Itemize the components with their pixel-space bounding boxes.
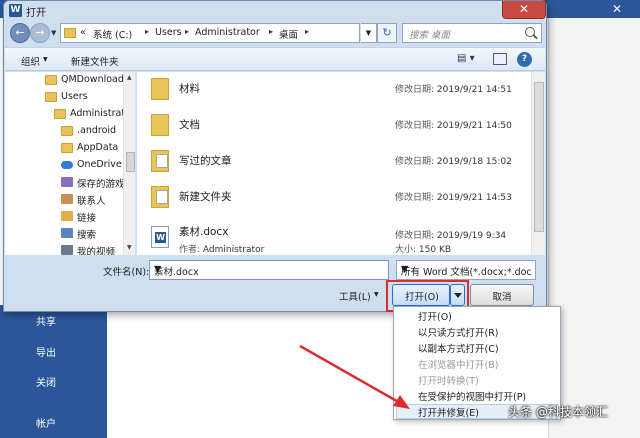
file-scrollbar[interactable] [531, 72, 545, 255]
scroll-thumb[interactable] [126, 152, 135, 172]
tools-button[interactable]: 工具(L) [339, 289, 371, 303]
chevron-down-icon: ▼ [401, 264, 409, 275]
dialog-titlebar: W 打开 ✕ [4, 1, 546, 21]
folder-icon [61, 126, 73, 136]
cancel-button[interactable]: 取消 [470, 284, 534, 306]
help-icon[interactable]: ? [517, 52, 532, 67]
cloud-icon [61, 161, 73, 169]
backstage-share[interactable]: 共享 [36, 313, 56, 328]
toolbar: 组织 ▼ 新建文件夹 ▤ ▾ ? [5, 47, 545, 71]
chevron-right-icon[interactable]: ▸ [305, 27, 309, 36]
breadcrumb-overflow[interactable]: « [80, 27, 86, 38]
breadcrumb-users[interactable]: Users [155, 27, 182, 38]
chevron-down-icon[interactable]: ▼ [154, 264, 161, 275]
watermark-text: 头条 @科技本领汇 [508, 405, 608, 419]
menu-item-open[interactable]: 打开(O) [418, 309, 452, 325]
chevron-down-icon: ▼ [374, 291, 379, 298]
folder-icon [151, 78, 169, 100]
new-folder-button[interactable]: 新建文件夹 [71, 54, 119, 68]
search-icon [525, 27, 535, 37]
back-arrow-icon[interactable]: ← [10, 23, 30, 43]
file-row[interactable]: 写过的文章 修改日期: 2019/9/18 15:02 [137, 144, 531, 179]
contact-icon [61, 194, 73, 204]
forward-arrow-icon[interactable]: → [30, 23, 50, 43]
view-options-icon[interactable]: ▤ ▾ [457, 53, 481, 67]
folder-doc-icon [151, 150, 169, 172]
menu-item-open-convert: 打开时转换(T) [418, 376, 479, 387]
backstage-nav: 共享 导出 关闭 帐户 [0, 305, 107, 438]
game-icon [61, 177, 73, 187]
menu-item-open-browser: 在浏览器中打开(B) [418, 360, 499, 371]
dialog-title: 打开 [26, 8, 46, 19]
folder-icon [45, 92, 57, 102]
search-placeholder: 搜索 桌面 [409, 30, 451, 41]
address-history-chevron-icon[interactable]: ▼ [361, 23, 377, 43]
video-icon [61, 245, 73, 255]
scroll-thumb[interactable] [534, 82, 544, 232]
menu-item-open-copy[interactable]: 以副本方式打开(C) [418, 341, 499, 357]
scroll-down-icon[interactable]: ▼ [127, 244, 132, 251]
chevron-right-icon[interactable]: ▸ [145, 27, 149, 36]
file-row[interactable]: 文档 修改日期: 2019/9/21 14:50 [137, 108, 531, 143]
recent-locations-chevron-icon[interactable]: ▼ [51, 29, 56, 37]
backstage-export[interactable]: 导出 [36, 344, 56, 359]
navigation-pane: QMDownload Users Administrato .android A… [5, 72, 136, 255]
filename-input[interactable]: 素材.docx ▼ [149, 260, 389, 280]
menu-item-open-repair[interactable]: 打开并修复(E) [418, 405, 479, 421]
search-input[interactable]: 搜索 桌面 [402, 23, 542, 43]
organize-button[interactable]: 组织 [21, 54, 40, 68]
file-row-selected[interactable]: 素材.docx 修改日期: 2019/9/19 9:34 作者: Adminis… [137, 220, 531, 255]
file-row[interactable]: 材料 修改日期: 2019/9/21 14:51 [137, 72, 531, 107]
menu-item-open-readonly[interactable]: 以只读方式打开(R) [418, 325, 499, 341]
chevron-down-icon: ▼ [43, 56, 48, 63]
scroll-up-icon[interactable]: ▲ [127, 74, 132, 81]
filename-label: 文件名(N): [103, 267, 150, 278]
backstage-account[interactable]: 帐户 [36, 415, 56, 430]
breadcrumb-drive[interactable]: 系统 (C:) [93, 27, 132, 41]
word-right-panel [548, 18, 640, 438]
refresh-icon[interactable]: ↻ [377, 23, 397, 43]
preview-pane-icon[interactable] [493, 53, 507, 65]
docx-icon [151, 226, 169, 248]
chevron-right-icon[interactable]: ▸ [269, 27, 273, 36]
link-icon [61, 211, 73, 221]
word-logo-icon: W [9, 4, 22, 17]
folder-icon [61, 143, 73, 153]
breadcrumb-administrator[interactable]: Administrator [195, 27, 260, 38]
search-icon [61, 228, 73, 238]
nav-scrollbar[interactable]: ▲ ▼ [123, 72, 135, 255]
file-list: 材料 修改日期: 2019/9/21 14:51 文档 修改日期: 2019/9… [137, 72, 545, 255]
address-bar[interactable]: « 系统 (C:) ▸ Users ▸ Administrator ▸ 桌面 ▸ [60, 23, 360, 43]
dialog-close-button[interactable]: ✕ [502, 1, 546, 19]
folder-icon [54, 109, 66, 119]
open-dialog: W 打开 ✕ ← → ▼ « 系统 (C:) ▸ Users ▸ Adminis… [3, 0, 547, 312]
filetype-select[interactable]: 所有 Word 文档(*.docx;*.doc ▼ [396, 260, 536, 280]
file-row[interactable]: 新建文件夹 修改日期: 2019/9/21 14:53 [137, 180, 531, 215]
folder-icon [64, 28, 76, 38]
folder-icon [151, 114, 169, 136]
folder-icon [45, 75, 57, 85]
word-close-icon[interactable]: ✕ [612, 2, 622, 16]
breadcrumb-desktop[interactable]: 桌面 [279, 27, 298, 41]
folder-doc-icon [151, 186, 169, 208]
chevron-right-icon[interactable]: ▸ [185, 27, 189, 36]
backstage-close[interactable]: 关闭 [36, 374, 56, 389]
